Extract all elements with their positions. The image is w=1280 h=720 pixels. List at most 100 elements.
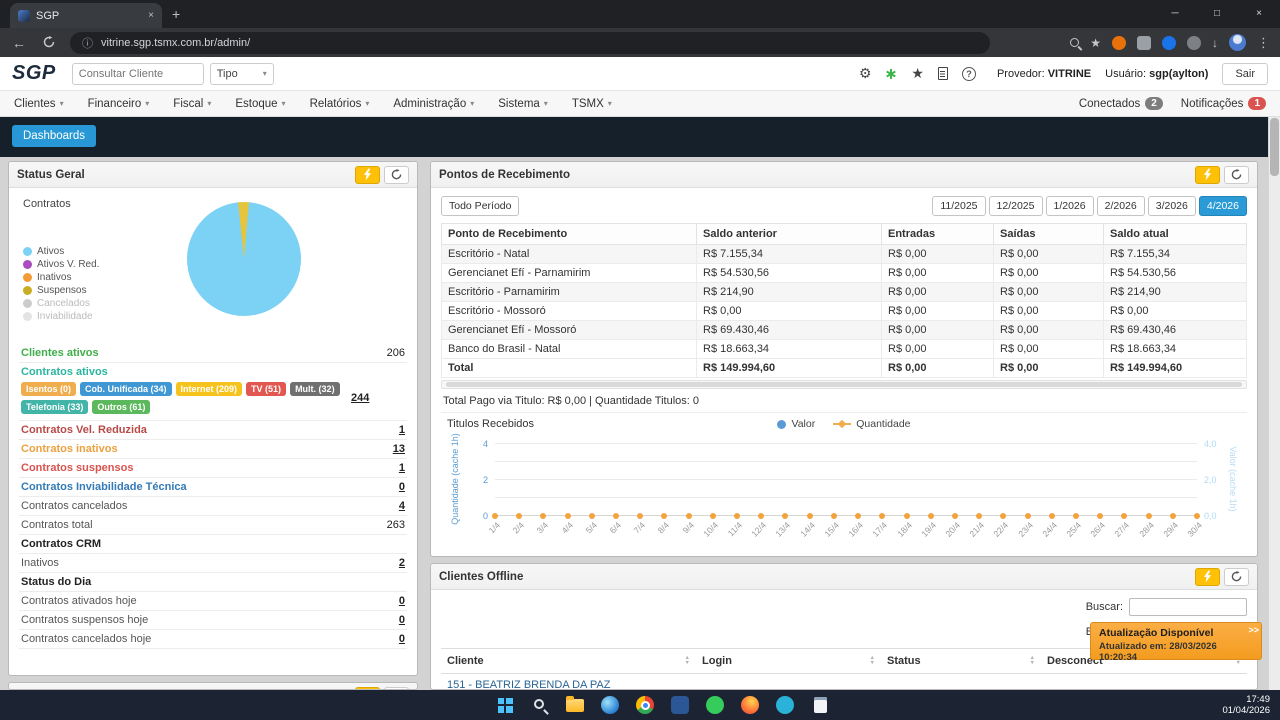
quick-action-button[interactable] — [355, 165, 380, 184]
status-row-value[interactable]: 0 — [399, 595, 405, 607]
nav-item-relatórios[interactable]: Relatórios ▾ — [310, 98, 370, 110]
quick-action-button[interactable] — [1195, 165, 1220, 184]
horizontal-scrollbar[interactable] — [441, 380, 1247, 389]
buscar-input[interactable] — [1129, 598, 1247, 616]
window-maximize-button[interactable]: □ — [1196, 0, 1238, 28]
nav-item-administração[interactable]: Administração ▾ — [393, 98, 474, 110]
connection-status-icon[interactable] — [885, 68, 897, 80]
extension-icon-1[interactable] — [1112, 35, 1126, 50]
nav-item-fiscal[interactable]: Fiscal ▾ — [173, 98, 211, 110]
taskbar-icon-app-teal[interactable] — [772, 692, 798, 718]
month-button-11/2025[interactable]: 11/2025 — [932, 196, 986, 216]
status-row-value[interactable]: 0 — [399, 633, 405, 645]
sgp-logo[interactable]: SGP — [12, 62, 56, 85]
taskbar-icon-windows-start[interactable] — [492, 692, 518, 718]
column-header[interactable]: Login ▲ ▼ — [696, 648, 881, 674]
taskbar-icon-notepad[interactable] — [807, 692, 833, 718]
bookmark-star-icon[interactable]: ★ — [1090, 36, 1101, 50]
nav-item-financeiro[interactable]: Financeiro ▾ — [88, 98, 150, 110]
toast-expand-button[interactable]: >> — [1248, 625, 1259, 635]
connected-status[interactable]: Conectados 2 — [1079, 97, 1163, 110]
contract-type-badge[interactable]: Mult. (32) — [290, 382, 340, 396]
scrollbar-thumb[interactable] — [446, 382, 1242, 387]
taskbar-icon-file-explorer[interactable] — [562, 692, 588, 718]
status-row-value[interactable]: 0 — [399, 481, 405, 493]
contracts-pie-chart[interactable] — [187, 202, 301, 316]
new-tab-button[interactable]: + — [172, 6, 180, 22]
notifications-status[interactable]: Notificações 1 — [1181, 97, 1266, 110]
tipo-select[interactable]: Tipo ▾ — [209, 62, 274, 85]
refresh-button[interactable] — [1224, 567, 1249, 586]
status-row-value[interactable]: 4 — [399, 500, 405, 512]
documents-icon[interactable] — [937, 67, 948, 80]
contratos-ativos-total[interactable]: 244 — [351, 392, 369, 404]
taskbar-icon-firefox[interactable] — [737, 692, 763, 718]
taskbar-icon-whatsapp[interactable] — [702, 692, 728, 718]
update-toast[interactable]: Atualização Disponível Atualizado em: 28… — [1090, 622, 1262, 663]
site-info-icon[interactable]: ⓘ — [82, 35, 93, 51]
dashboards-button[interactable]: Dashboards — [12, 125, 97, 147]
help-icon[interactable]: ? — [961, 66, 976, 81]
column-header[interactable]: Entradas — [881, 223, 994, 245]
refresh-button[interactable] — [384, 165, 409, 184]
taskbar-icon-search[interactable] — [527, 692, 553, 718]
nav-item-estoque[interactable]: Estoque ▾ — [235, 98, 285, 110]
reload-button[interactable] — [40, 35, 58, 51]
extensions-puzzle-icon[interactable] — [1187, 35, 1201, 50]
consultar-cliente-input[interactable] — [71, 62, 204, 85]
window-close-button[interactable]: × — [1238, 0, 1280, 28]
legend-label: Suspensos — [37, 285, 87, 296]
address-bar[interactable]: ⓘ vitrine.sgp.tsmx.com.br/admin/ — [70, 31, 990, 54]
status-row-value[interactable]: 1 — [399, 424, 405, 436]
legend-item-valor[interactable]: Valor — [777, 418, 815, 430]
logout-button[interactable]: Sair — [1222, 62, 1268, 85]
contract-type-badge[interactable]: Outros (61) — [92, 400, 151, 414]
taskbar-clock[interactable]: 17:49 01/04/2026 — [1222, 694, 1270, 716]
browser-menu-icon[interactable]: ⋮ — [1257, 35, 1270, 51]
month-button-1/2026[interactable]: 1/2026 — [1045, 196, 1094, 216]
window-minimize-button[interactable]: ─ — [1154, 0, 1196, 28]
taskbar-icon-chrome[interactable] — [632, 692, 658, 718]
status-row-value[interactable]: 1 — [399, 462, 405, 474]
nav-item-tsmx[interactable]: TSMX ▾ — [572, 98, 612, 110]
tab-close-icon[interactable]: × — [148, 10, 154, 21]
status-row-value[interactable]: 0 — [399, 614, 405, 626]
month-button-2/2026[interactable]: 2/2026 — [1096, 196, 1145, 216]
scrollbar-thumb[interactable] — [1270, 118, 1279, 176]
contract-type-badge[interactable]: Internet (209) — [175, 382, 243, 396]
month-button-12/2025[interactable]: 12/2025 — [988, 196, 1043, 216]
column-header[interactable]: Saídas — [993, 223, 1104, 245]
column-header[interactable]: Status ▲ ▼ — [881, 648, 1041, 674]
status-row-value[interactable]: 2 — [399, 557, 405, 569]
month-button-3/2026[interactable]: 3/2026 — [1147, 196, 1196, 216]
back-button[interactable]: ← — [10, 35, 28, 51]
taskbar-icon-app-blue[interactable] — [667, 692, 693, 718]
quick-action-button[interactable] — [1195, 567, 1220, 586]
nav-item-clientes[interactable]: Clientes ▾ — [14, 98, 64, 110]
todo-periodo-button[interactable]: Todo Período — [441, 196, 520, 216]
contract-type-badge[interactable]: Telefonia (33) — [21, 400, 89, 414]
column-header[interactable]: Ponto de Recebimento — [441, 223, 697, 245]
status-row-value[interactable]: 13 — [393, 443, 405, 455]
downloads-icon[interactable]: ↓ — [1212, 36, 1218, 50]
taskbar-icon-edge[interactable] — [597, 692, 623, 718]
refresh-button[interactable] — [1224, 165, 1249, 184]
month-button-4/2026[interactable]: 4/2026 — [1198, 196, 1247, 216]
contract-type-badge[interactable]: Cob. Unificada (34) — [80, 382, 172, 396]
page-scrollbar[interactable] — [1268, 117, 1280, 690]
profile-avatar[interactable] — [1229, 34, 1246, 51]
client-link[interactable]: 151 - BEATRIZ BRENDA DA PAZ — [447, 679, 610, 689]
nav-item-sistema[interactable]: Sistema ▾ — [498, 98, 548, 110]
extension-icon-3[interactable] — [1162, 35, 1176, 50]
extension-icon-2[interactable] — [1137, 35, 1151, 50]
legend-item-quantidade[interactable]: Quantidade — [833, 418, 911, 430]
column-header[interactable]: Saldo anterior — [696, 223, 882, 245]
zoom-icon[interactable] — [1070, 38, 1080, 47]
favorites-star-icon[interactable]: ★ — [911, 65, 924, 82]
browser-tab[interactable]: SGP × — [10, 3, 162, 28]
column-header[interactable]: Cliente ▲ ▼ — [441, 648, 696, 674]
column-header[interactable]: Saldo atual — [1103, 223, 1247, 245]
settings-gear-icon[interactable]: ⚙ — [859, 65, 872, 82]
contract-type-badge[interactable]: Isentos (0) — [21, 382, 77, 396]
contract-type-badge[interactable]: TV (51) — [246, 382, 287, 396]
